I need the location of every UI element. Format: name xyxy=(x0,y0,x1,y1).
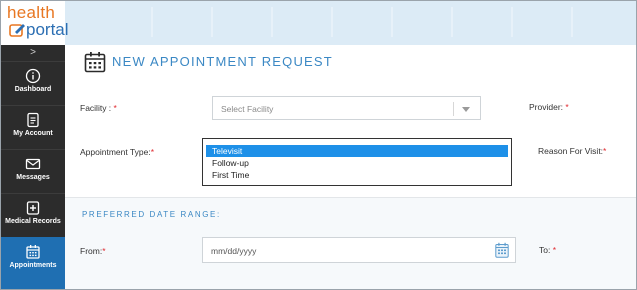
sidebar-item-label: Dashboard xyxy=(14,86,52,93)
facility-placeholder: Select Facility xyxy=(221,104,274,114)
option-televisit[interactable]: Televisit xyxy=(206,145,508,157)
document-icon xyxy=(27,112,39,128)
from-date-placeholder: mm/dd/yyyy xyxy=(211,246,257,256)
required-mark: * xyxy=(552,245,557,255)
logo-pencil-icon xyxy=(9,24,25,37)
from-label-text: From: xyxy=(80,246,103,256)
sidebar-item-dashboard[interactable]: Dashboard xyxy=(1,61,65,105)
select-separator xyxy=(453,102,454,116)
required-mark: * xyxy=(113,103,117,113)
info-icon xyxy=(25,68,41,84)
sidebar-item-messages[interactable]: Messages xyxy=(1,149,65,193)
mail-icon xyxy=(25,158,41,170)
provider-label-text: Provider: xyxy=(529,102,566,112)
from-date-input[interactable]: mm/dd/yyyy xyxy=(202,237,516,263)
section-title: PREFERRED DATE RANGE: xyxy=(82,210,221,219)
calendar-icon[interactable] xyxy=(495,242,509,258)
medical-record-icon xyxy=(26,201,40,215)
provider-label: Provider: * xyxy=(529,102,569,112)
sidebar-item-my-account[interactable]: My Account xyxy=(1,105,65,149)
sidebar-item-label: My Account xyxy=(13,130,53,137)
required-mark: * xyxy=(603,146,607,156)
appointment-type-label-text: Appointment Type: xyxy=(80,147,151,157)
appointment-type-label: Appointment Type:* xyxy=(80,147,154,157)
chevron-down-icon[interactable] xyxy=(462,107,470,112)
sidebar-item-medical-records[interactable]: Medical Records xyxy=(1,193,65,237)
facility-label-text: Facility : xyxy=(80,103,114,113)
sidebar-item-label: Appointments xyxy=(9,262,57,269)
facility-label: Facility : * xyxy=(80,103,117,113)
from-label: From:* xyxy=(80,246,106,256)
required-mark: * xyxy=(565,102,569,112)
to-label-text: To: xyxy=(539,245,553,255)
option-first-time[interactable]: First Time xyxy=(206,169,508,181)
facility-select[interactable]: Select Facility xyxy=(212,96,481,120)
sidebar-item-label: Messages xyxy=(16,174,50,181)
appointment-type-listbox[interactable]: Televisit Follow-up First Time xyxy=(202,138,512,186)
header-bar xyxy=(1,1,636,45)
chevron-right-icon[interactable]: > xyxy=(1,47,65,59)
sidebar-item-appointments[interactable]: Appointments xyxy=(1,237,65,289)
logo-word-portal: portal xyxy=(26,20,69,39)
section-divider xyxy=(65,197,636,198)
to-label: To: * xyxy=(539,245,556,255)
header-background xyxy=(121,7,591,37)
sidebar-item-label: Medical Records xyxy=(5,218,61,225)
required-mark: * xyxy=(150,147,155,157)
app-logo[interactable]: health portal xyxy=(1,1,69,45)
reason-for-visit-label: Reason For Visit:* xyxy=(538,146,606,156)
option-follow-up[interactable]: Follow-up xyxy=(206,157,508,169)
app-window: health portal > Dashboard My Account Mes… xyxy=(0,0,637,290)
calendar-icon xyxy=(84,52,106,73)
calendar-icon xyxy=(26,245,40,259)
main-content: NEW APPOINTMENT REQUEST Facility : * Sel… xyxy=(65,45,636,289)
page-title: NEW APPOINTMENT REQUEST xyxy=(112,54,333,69)
reason-label-text: Reason For Visit: xyxy=(538,146,604,156)
required-mark: * xyxy=(102,246,106,256)
